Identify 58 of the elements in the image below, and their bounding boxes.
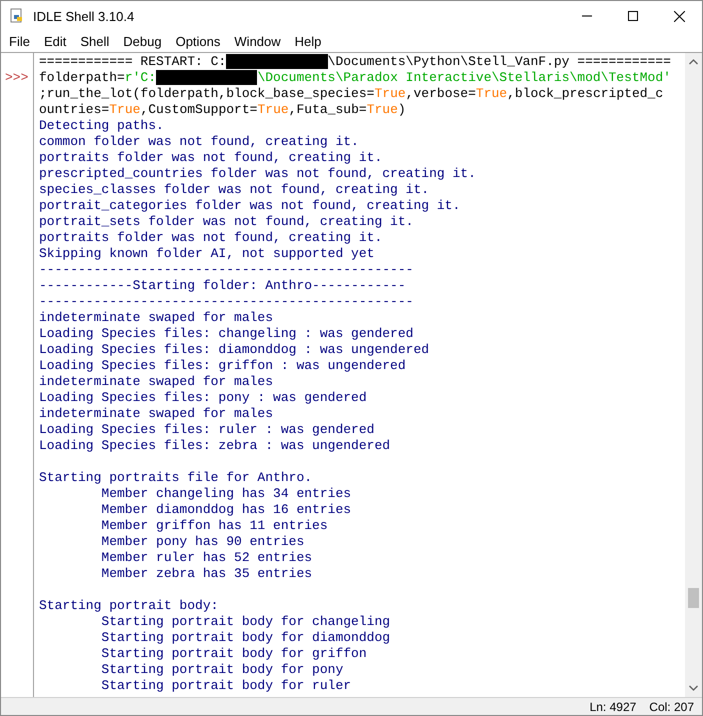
string-text: \Documents\Paradox Interactive\Stellaris\mod\TestMod' — [257, 70, 671, 86]
output-line: portrait_sets folder was not found, creating it. — [39, 214, 414, 230]
code-line: ;run_the_lot(folderpath,block_base_species=True,verbose=True,block_prescripted_c — [39, 86, 664, 102]
python-file-icon — [9, 8, 25, 24]
output-line: Loading Species files: pony : was gendered — [39, 390, 367, 406]
output-line: ------------------------------------------------ — [39, 262, 414, 278]
output-line: portraits folder was not found, creating it. — [39, 230, 382, 246]
output-line: indeterminate swaped for males — [39, 406, 274, 422]
output-line: Starting portrait body for changeling — [101, 614, 390, 630]
window-title: IDLE Shell 3.10.4 — [33, 8, 136, 24]
menu-item[interactable]: Window — [227, 32, 288, 51]
code-text: \Documents\Python\Stell_VanF.py ============ — [328, 54, 671, 70]
output-line: Member pony has 90 entries — [101, 534, 304, 550]
maximize-icon — [628, 11, 638, 21]
scroll-up-icon[interactable] — [689, 59, 698, 65]
menu-item[interactable]: Help — [288, 32, 328, 51]
output-line: indeterminate swaped for males — [39, 310, 274, 326]
line-number: Ln: 4927 — [590, 700, 636, 714]
output-line: Loading Species files: diamonddog : was ungendered — [39, 342, 430, 358]
output-line: Starting portrait body for pony — [101, 662, 344, 678]
output-line: Loading Species files: zebra : was ungendered — [39, 438, 390, 454]
output-line: common folder was not found, creating it. — [39, 134, 359, 150]
shell-prompt: >>> — [4, 70, 28, 86]
column-number: Col: 207 — [649, 700, 694, 714]
menu-item[interactable]: File — [2, 32, 37, 51]
output-line: Member griffon has 11 entries — [101, 518, 328, 534]
menu-item[interactable]: Shell — [73, 32, 116, 51]
code-line: ountries=True,CustomSupport=True,Futa_sub=True) — [39, 102, 406, 118]
output-line: Loading Species files: changeling : was gendered — [39, 326, 414, 342]
output-line: Member diamonddog has 16 entries — [101, 502, 352, 518]
output-line: Member changeling has 34 entries — [101, 486, 352, 502]
output-line: Starting portrait body: — [39, 598, 218, 614]
code-text: ============ RESTART: C: — [39, 54, 226, 70]
output-line: ------------Starting folder: Anthro------------ — [39, 278, 406, 294]
menu-item[interactable]: Edit — [36, 32, 74, 51]
string-text: r'C: — [124, 70, 156, 86]
output-line: prescripted_countries folder was not found, creating it. — [39, 166, 476, 182]
output-line: Starting portrait body for ruler — [101, 678, 352, 694]
scroll-down-icon[interactable] — [689, 685, 698, 691]
output-line: Skipping known folder AI, not supported yet — [39, 246, 374, 262]
code-text: folderpath= — [39, 70, 125, 86]
output-line: ------------------------------------------------ — [39, 294, 414, 310]
output-line: Loading Species files: ruler : was gendered — [39, 422, 374, 438]
output-line: portraits folder was not found, creating it. — [39, 150, 382, 166]
menu-item[interactable]: Debug — [116, 32, 169, 51]
output-line: portrait_categories folder was not found, creating it. — [39, 198, 460, 214]
close-icon — [674, 10, 684, 22]
output-line: Detecting paths. — [39, 118, 164, 134]
output-line: Starting portraits file for Anthro. — [39, 470, 312, 486]
output-line: Member zebra has 35 entries — [101, 566, 312, 582]
output-line: species_classes folder was not found, creating it. — [39, 182, 430, 198]
output-line: Starting portrait body for diamonddog — [101, 630, 390, 646]
output-line: Member ruler has 52 entries — [101, 550, 312, 566]
output-line: Loading Species files: griffon : was ungendered — [39, 358, 406, 374]
scrollbar-thumb[interactable] — [688, 588, 699, 608]
output-line: indeterminate swaped for males — [39, 374, 274, 390]
menu-item[interactable]: Options — [168, 32, 228, 51]
output-line: Starting portrait body for griffon — [101, 646, 367, 662]
